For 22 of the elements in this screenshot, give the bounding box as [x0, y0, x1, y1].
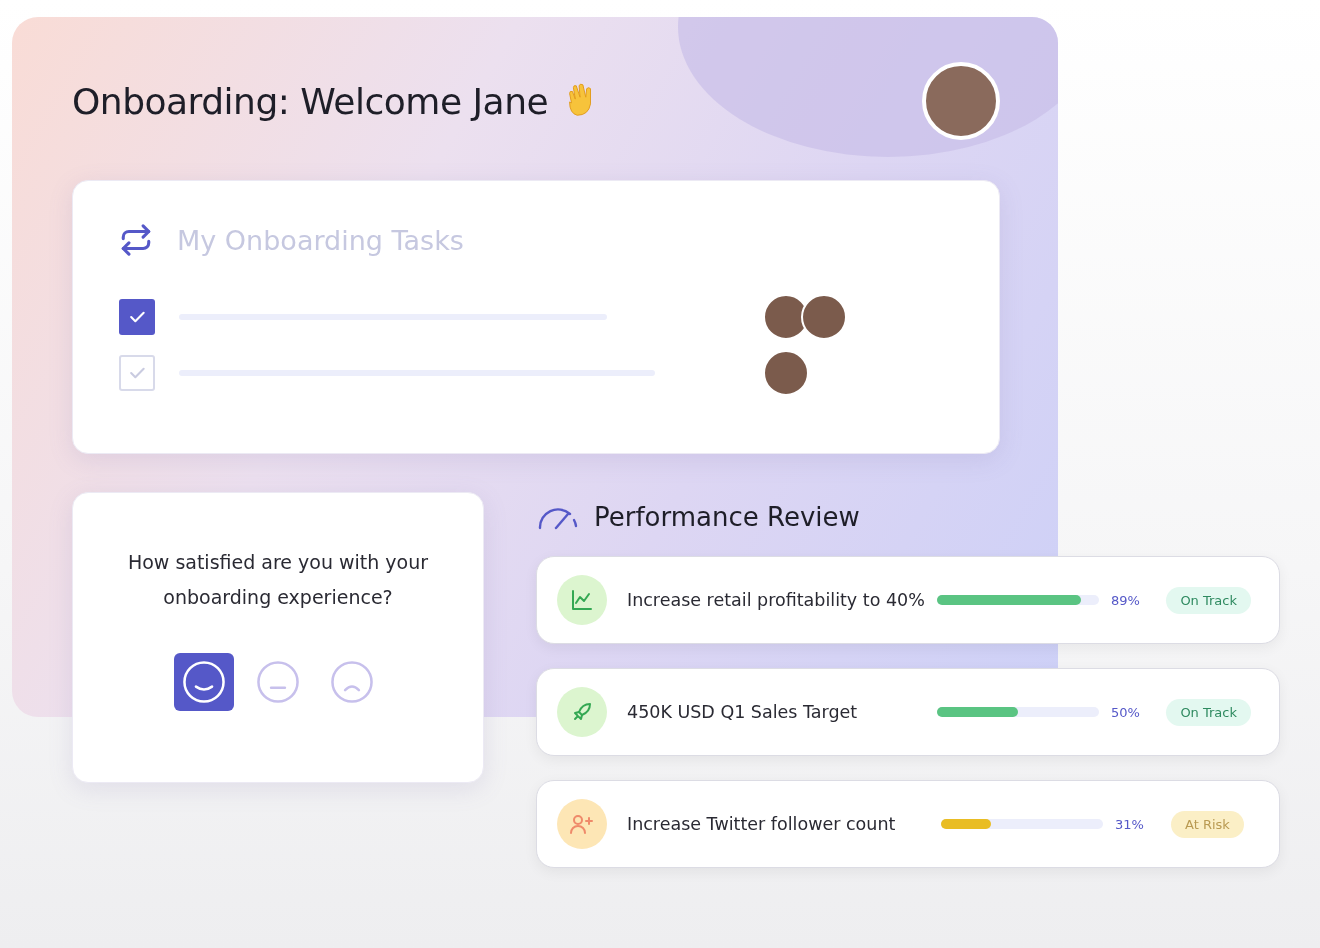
page-title: Onboarding: Welcome Jane — [72, 80, 549, 122]
progress-percent: 89% — [1111, 592, 1141, 608]
survey-question: How satisfied are you with your onboarding experience? — [126, 550, 430, 610]
task-checkbox[interactable] — [119, 299, 155, 335]
status-tag: On Track — [1166, 586, 1251, 614]
goal-label: Increase Twitter follower count — [627, 814, 897, 834]
tasks-title: My Onboarding Tasks — [177, 224, 464, 256]
progress-percent: 50% — [1111, 704, 1141, 720]
progress-percent: 31% — [1115, 816, 1145, 832]
user-add-icon — [569, 812, 595, 836]
task-checkbox[interactable] — [119, 355, 155, 391]
goal-label: Increase retail profitability to 40% — [627, 590, 926, 610]
goal-label: 450K USD Q1 Sales Target — [627, 702, 859, 722]
status-tag: At Risk — [1171, 810, 1244, 838]
smile-icon — [181, 659, 227, 705]
mood-option[interactable] — [174, 653, 234, 711]
line-chart-icon — [570, 588, 594, 612]
repeat-icon — [119, 223, 153, 257]
performance-title: Performance Review — [594, 502, 860, 532]
neutral-face-icon — [255, 659, 301, 705]
frown-icon — [329, 659, 375, 705]
status-tag: On Track — [1166, 698, 1251, 726]
